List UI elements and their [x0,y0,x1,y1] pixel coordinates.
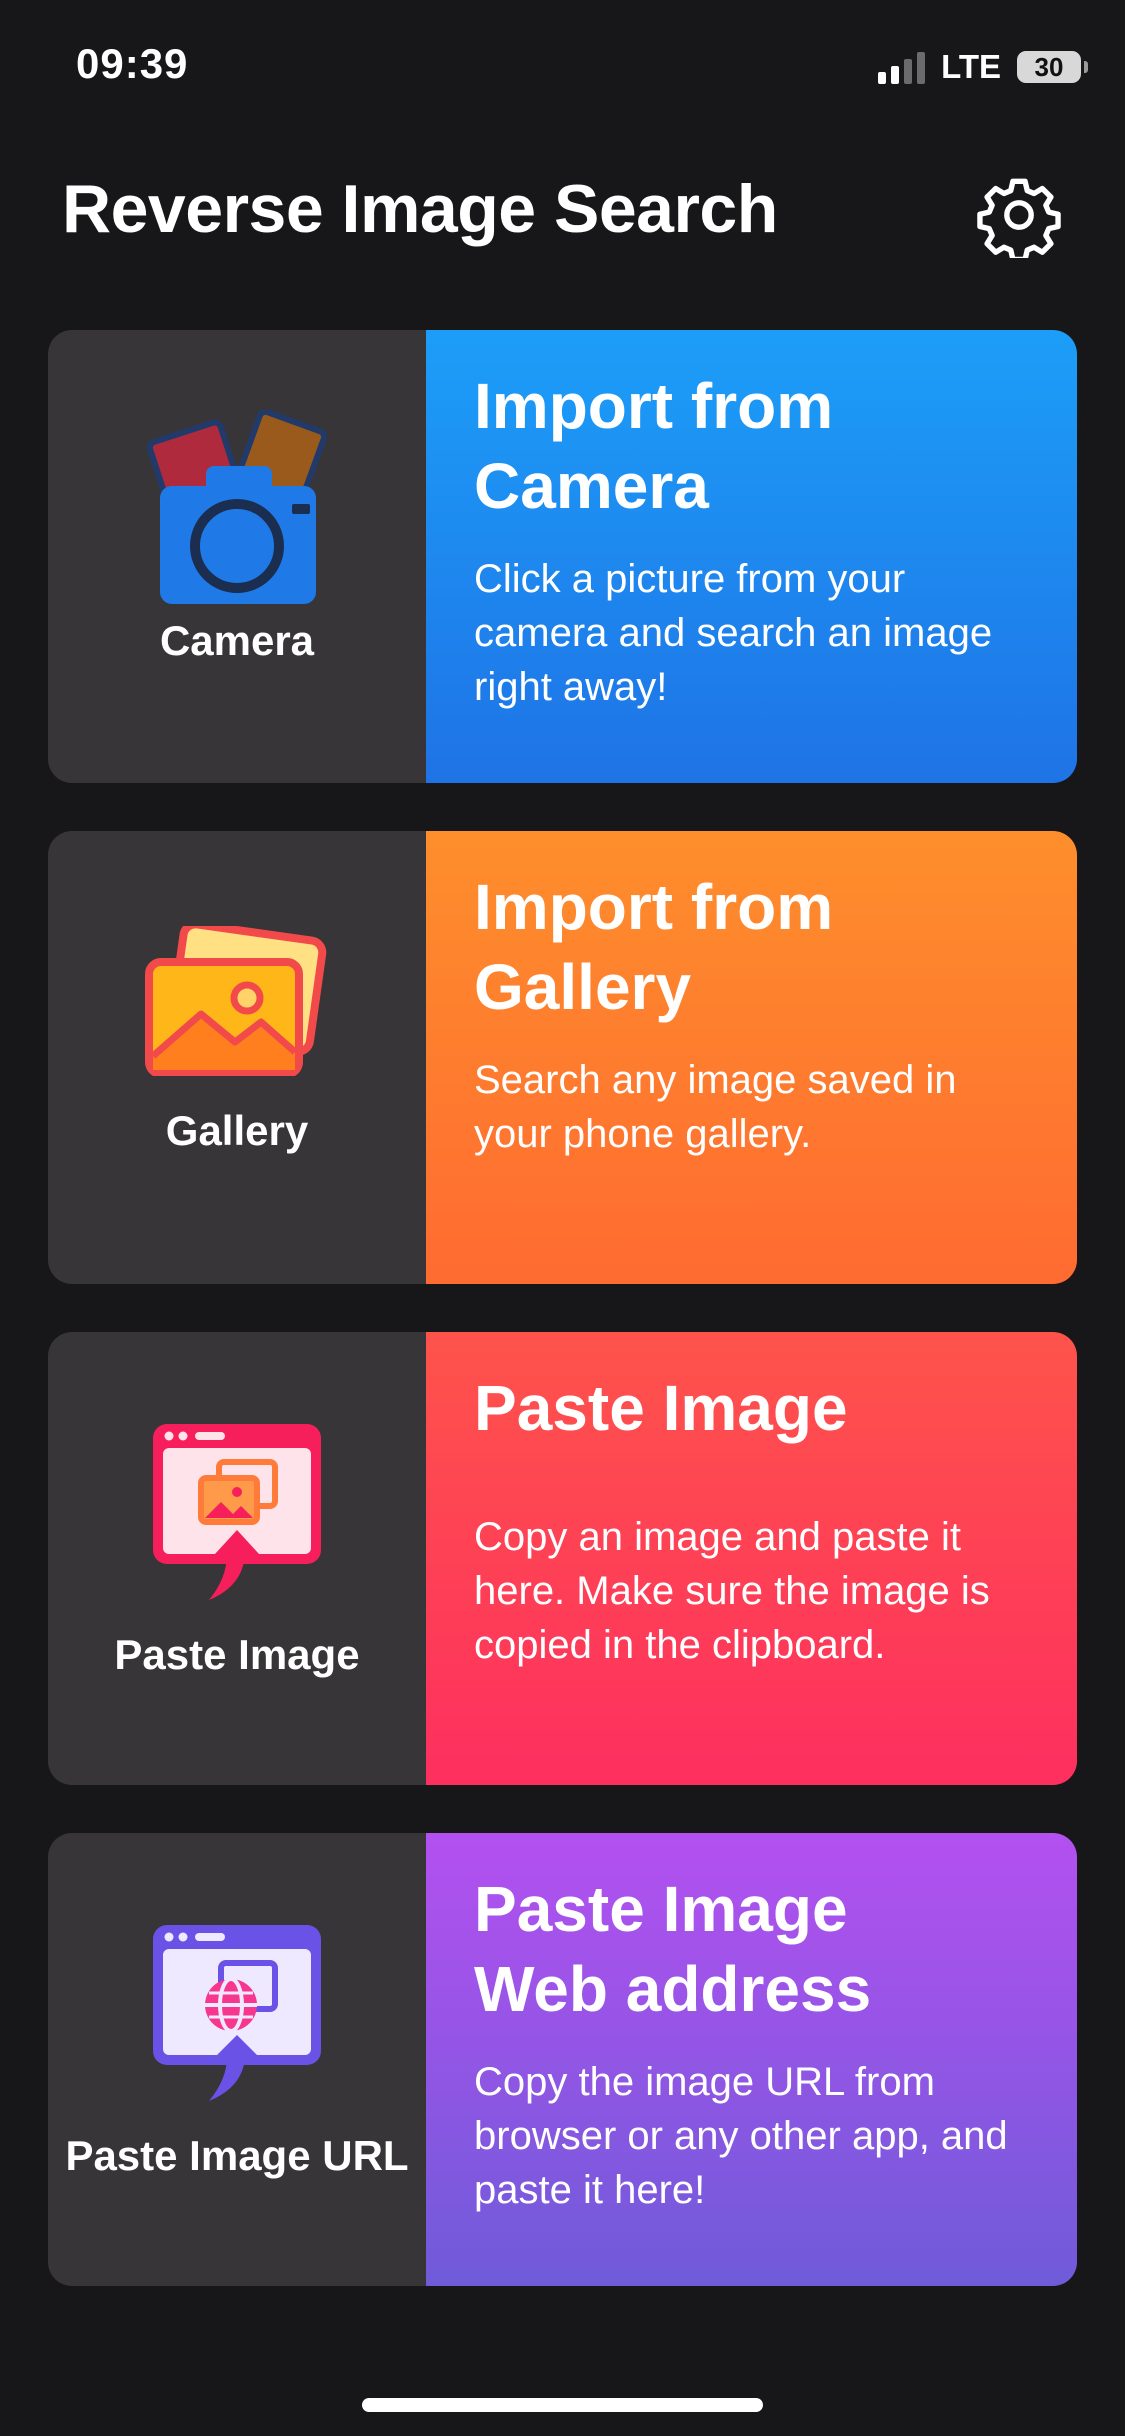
camera-tile[interactable]: Camera [48,330,426,783]
battery-icon: 30 [1017,51,1088,83]
import-camera-card[interactable]: Camera Import from Camera Click a pictur… [48,330,1077,783]
paste-url-title-line2: Web address [474,1953,872,2025]
paste-url-icon [153,1925,321,2101]
gallery-info[interactable]: Import from Gallery Search any image sav… [426,831,1077,1284]
network-type: LTE [941,48,1001,85]
gallery-description: Search any image saved in your phone gal… [474,1058,957,1156]
paste-image-icon [153,1424,321,1600]
camera-icon [146,410,328,604]
camera-title-line1: Import from [474,370,834,442]
gallery-icon [145,926,327,1076]
signal-strength-icon [878,50,926,84]
camera-title-line2: Camera [474,450,709,522]
status-bar: 09:39 LTE 30 [0,0,1125,130]
camera-info[interactable]: Import from Camera Click a picture from … [426,330,1077,783]
page-title: Reverse Image Search [62,171,778,247]
paste-image-description: Copy an image and paste it here. Make su… [474,1515,990,1667]
battery-level: 30 [1034,51,1064,82]
gallery-title-line2: Gallery [474,951,692,1023]
paste-url-info[interactable]: Paste Image Web address Copy the image U… [426,1833,1077,2286]
gallery-title-line1: Import from [474,871,834,943]
paste-url-description: Copy the image URL from browser or any o… [474,2060,1008,2212]
settings-button[interactable] [976,172,1062,263]
gallery-tile[interactable]: Gallery [48,831,426,1284]
gallery-caption: Gallery [165,1107,309,1154]
paste-url-tile[interactable]: Paste Image URL [48,1833,426,2286]
paste-image-tile[interactable]: Paste Image [48,1332,426,1785]
status-indicators: LTE 30 [878,48,1088,86]
camera-description: Click a picture from your camera and sea… [474,557,993,709]
paste-image-title: Paste Image [474,1372,848,1444]
home-indicator[interactable] [362,2398,763,2412]
import-gallery-card[interactable]: Gallery Import from Gallery Search any i… [48,831,1077,1284]
paste-image-card[interactable]: Paste Image Paste Image Copy an image an… [48,1332,1077,1785]
paste-image-caption: Paste Image [114,1631,360,1678]
paste-url-card[interactable]: Paste Image URL Paste Image Web address … [48,1833,1077,2286]
paste-url-title-line1: Paste Image [474,1873,848,1945]
paste-image-info[interactable]: Paste Image Copy an image and paste it h… [426,1332,1077,1785]
camera-caption: Camera [159,617,315,664]
status-time: 09:39 [76,40,189,87]
gear-icon [977,178,1061,263]
paste-url-caption: Paste Image URL [65,2132,409,2179]
app-screen: 09:39 LTE 30 Reverse Image Search Camera… [0,0,1125,2436]
